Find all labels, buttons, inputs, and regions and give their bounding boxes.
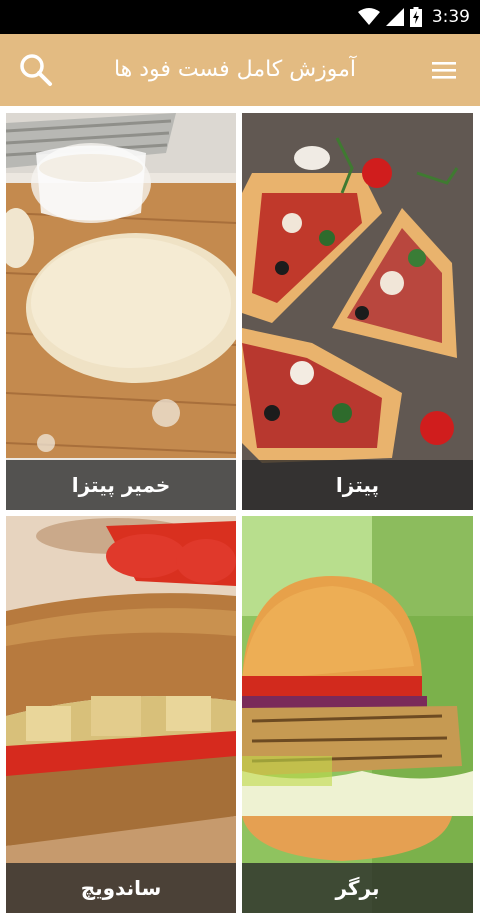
category-card-pizza-dough[interactable]: خمیر پیتزا (6, 113, 236, 510)
category-label: پیتزا (242, 460, 473, 510)
pizza-dough-photo (6, 113, 236, 510)
category-card-sandwich[interactable]: ساندویچ (6, 516, 236, 913)
app-bar: آموزش کامل فست فود ها (0, 34, 480, 106)
pizza-photo (242, 113, 473, 510)
search-icon[interactable] (18, 52, 54, 88)
sandwich-photo (6, 516, 236, 913)
app-title: آموزش کامل فست فود ها (113, 57, 357, 82)
category-card-burger[interactable]: برگر (242, 516, 473, 913)
burger-photo (242, 516, 473, 913)
wifi-icon (357, 8, 380, 25)
category-grid: پیتزا خمیر پیتزا برگر ساندویچ (0, 106, 480, 921)
status-bar: 3:39 (0, 0, 480, 34)
status-time: 3:39 (431, 7, 470, 27)
status-icons: 3:39 (357, 0, 470, 34)
category-card-pizza[interactable]: پیتزا (242, 113, 473, 510)
category-label: خمیر پیتزا (6, 460, 236, 510)
cellular-signal-icon (385, 8, 404, 26)
category-label: ساندویچ (6, 863, 236, 913)
category-label: برگر (242, 863, 473, 913)
menu-icon[interactable] (430, 58, 458, 82)
battery-charging-icon (409, 7, 422, 27)
